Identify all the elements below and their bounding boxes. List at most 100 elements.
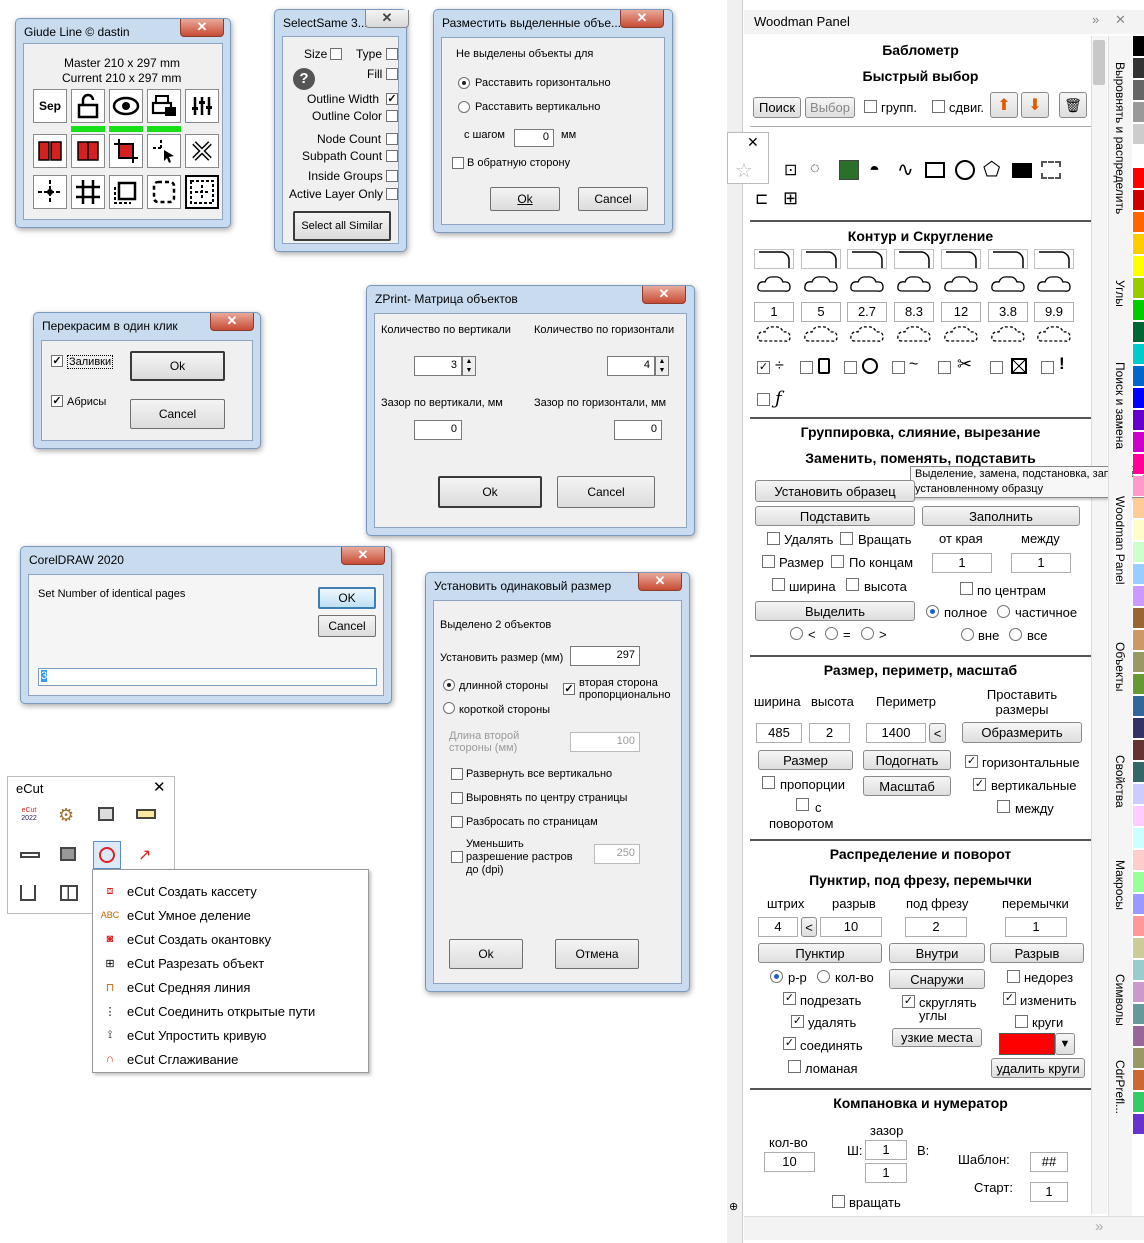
crossed-box-icon[interactable] <box>1011 358 1027 374</box>
color-swatch[interactable] <box>999 1033 1055 1055</box>
settings-sliders-icon[interactable] <box>185 89 219 123</box>
cloud-shape-icon[interactable] <box>990 273 1026 297</box>
palette-swatch[interactable] <box>1133 366 1144 387</box>
break-button[interactable]: Разрыв <box>990 943 1084 963</box>
corner-icon[interactable]: ⊏ <box>755 189 768 209</box>
undercut-checkbox[interactable] <box>1007 970 1020 983</box>
guideline-close-button[interactable]: ✕ <box>180 19 224 37</box>
razmestit-close-button[interactable]: ✕ <box>620 10 664 28</box>
cloud-dashed-icon[interactable] <box>756 323 792 347</box>
radius-input[interactable]: 8.3 <box>894 302 934 322</box>
palette-swatch[interactable] <box>1133 58 1144 79</box>
footer-expand-icon[interactable]: » <box>1095 1218 1103 1235</box>
cloud-shape-icon[interactable] <box>756 273 792 297</box>
round-corners-checkbox[interactable]: ✓ <box>902 995 915 1008</box>
contour-check-8[interactable] <box>757 393 770 406</box>
size-checkbox[interactable] <box>330 48 342 60</box>
tab-align[interactable]: Выровнять и распределить <box>1113 62 1127 214</box>
palette-swatch[interactable] <box>1133 124 1144 145</box>
palette-swatch[interactable] <box>1133 212 1144 233</box>
corner-round-button[interactable] <box>988 249 1028 269</box>
color-dropdown-button[interactable]: ▼ <box>1055 1033 1075 1055</box>
tab-cdrprefl[interactable]: CdrPrefl... <box>1113 1060 1127 1114</box>
palette-swatch[interactable] <box>1133 938 1144 959</box>
ecut-cassette-active-icon[interactable] <box>93 841 121 869</box>
cloud-dashed-icon[interactable] <box>803 323 839 347</box>
fill-checkbox[interactable] <box>386 68 398 80</box>
inside-groups-checkbox[interactable] <box>386 170 398 182</box>
function-icon[interactable]: ƒ <box>775 388 782 409</box>
step-input[interactable]: 0 <box>514 129 554 147</box>
floating-close-icon[interactable]: ✕ <box>747 134 759 151</box>
second-len-input[interactable]: 100 <box>570 732 640 752</box>
corner-round-button[interactable] <box>894 249 934 269</box>
lt-radio[interactable] <box>790 627 803 640</box>
palette-swatch[interactable] <box>1133 762 1144 783</box>
change-checkbox[interactable]: ✓ <box>1003 992 1016 1005</box>
horiz-count-input[interactable]: 4 <box>607 356 655 376</box>
dashed-rect-icon[interactable] <box>1041 161 1061 179</box>
cloud-shape-icon[interactable] <box>1036 273 1072 297</box>
palette-swatch[interactable] <box>1133 828 1144 849</box>
palette-swatch[interactable] <box>1133 80 1144 101</box>
set-sample-button[interactable]: Установить образец <box>755 480 915 502</box>
trash-icon[interactable]: 🗑 <box>1059 92 1087 118</box>
outline-width-checkbox[interactable]: ✓ <box>386 93 398 105</box>
ecut-close-icon[interactable]: ✕ <box>153 778 166 796</box>
pick-icon[interactable]: ⊡ <box>784 160 797 180</box>
select-all-similar-button[interactable]: Select all Similar <box>293 211 391 241</box>
palette-swatch[interactable] <box>1133 1048 1144 1069</box>
set-size-input[interactable]: 297 <box>570 646 640 666</box>
horizontal-checkbox[interactable]: ✓ <box>965 755 978 768</box>
select-objects-button[interactable]: Выделить <box>755 601 915 621</box>
delete-checkbox[interactable] <box>767 532 780 545</box>
contour-check-7[interactable] <box>1041 361 1054 374</box>
v-input[interactable]: 1 <box>865 1163 907 1183</box>
sh-input[interactable]: 1 <box>865 1140 907 1160</box>
radius-input[interactable]: 3.8 <box>988 302 1028 322</box>
fit-button[interactable]: Подогнать <box>863 750 951 770</box>
palette-swatch[interactable] <box>1133 234 1144 255</box>
perekrasim-close-button[interactable]: ✕ <box>210 313 254 331</box>
delete-circles-button[interactable]: удалить круги <box>991 1058 1085 1078</box>
zprint-close-button[interactable]: ✕ <box>642 286 686 304</box>
circles-checkbox[interactable] <box>1015 1015 1028 1028</box>
group-checkbox[interactable] <box>864 100 877 113</box>
align-center-checkbox[interactable] <box>451 792 463 804</box>
vertical-checkbox[interactable]: ✓ <box>973 778 986 791</box>
coreldraw-cancel-button[interactable]: Cancel <box>318 615 376 637</box>
palette-swatch[interactable] <box>1133 784 1144 805</box>
ecut-curve-icon[interactable]: ↗ <box>138 845 151 865</box>
fill-tool-icon[interactable]: ◓ <box>869 159 880 180</box>
menu-item-edging[interactable]: ◙ eCut Создать окантовку <box>93 927 369 951</box>
fills-checkbox[interactable]: ✓ <box>51 355 63 367</box>
node-count-checkbox[interactable] <box>386 133 398 145</box>
broken-checkbox[interactable] <box>788 1060 801 1073</box>
palette-swatch[interactable] <box>1133 36 1144 57</box>
palette-swatch[interactable] <box>1133 168 1144 189</box>
full-radio[interactable] <box>926 605 939 618</box>
contour-check-2[interactable] <box>800 361 813 374</box>
scatter-checkbox[interactable] <box>451 816 463 828</box>
palette-swatch[interactable] <box>1133 696 1144 717</box>
window-icon[interactable]: ⊞ <box>783 188 798 209</box>
select-button[interactable]: Выбор <box>805 97 855 118</box>
join-checkbox[interactable]: ✓ <box>783 1037 796 1050</box>
zoom-icon[interactable]: ⊕ <box>729 1200 738 1213</box>
palette-swatch[interactable] <box>1133 1114 1144 1135</box>
ecut-ruler-icon[interactable] <box>136 809 156 819</box>
rotate-vert-checkbox[interactable] <box>451 768 463 780</box>
dpi-input[interactable]: 250 <box>594 844 640 864</box>
corner-round-button[interactable] <box>941 249 981 269</box>
palette-swatch[interactable] <box>1133 542 1144 563</box>
proportions-checkbox[interactable] <box>762 776 775 789</box>
coreldraw-ok-button[interactable]: OK <box>318 587 376 609</box>
menu-item-middle-line[interactable]: ⊓ eCut Средняя линия <box>93 975 369 999</box>
horiz-spinner[interactable]: ▲ ▼ <box>655 356 669 376</box>
vert-count-input[interactable]: 3 <box>414 356 462 376</box>
palette-swatch[interactable] <box>1133 388 1144 409</box>
printer-lock-icon[interactable] <box>147 89 181 123</box>
ustanovit-cancel-button[interactable]: Отмена <box>555 939 639 969</box>
frame-corner-icon[interactable] <box>109 175 143 209</box>
corner-round-button[interactable] <box>847 249 887 269</box>
